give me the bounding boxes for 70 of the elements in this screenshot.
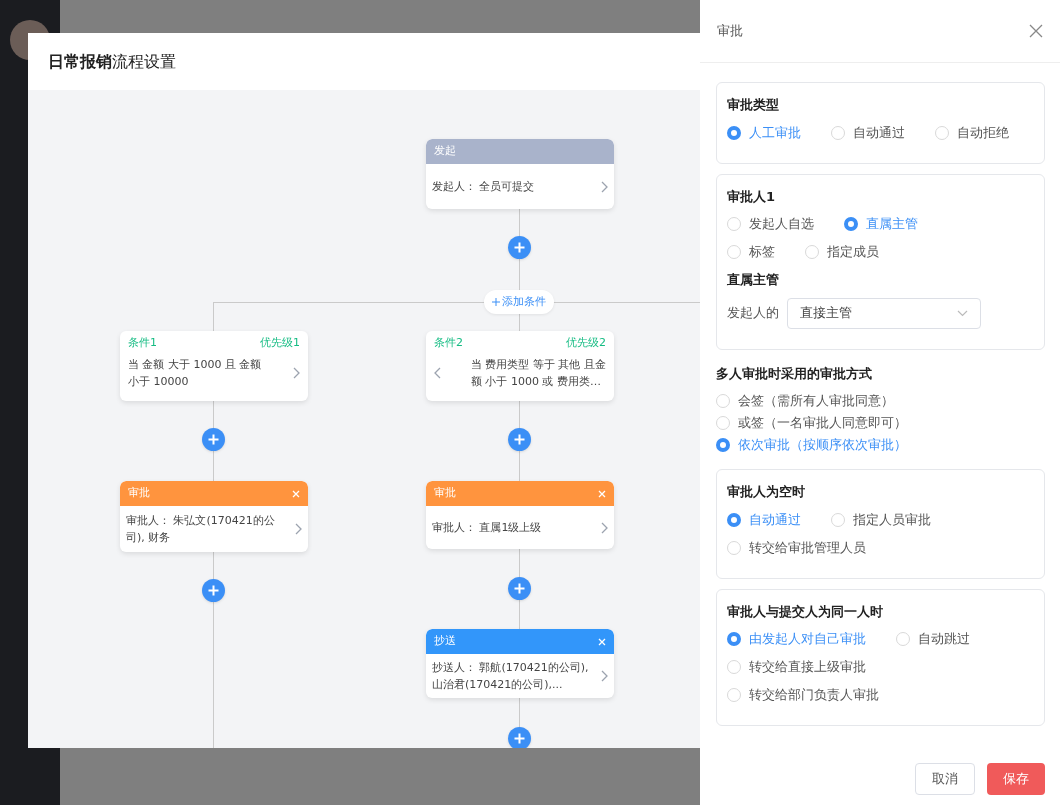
close-icon[interactable] — [1029, 24, 1043, 38]
section-title: 审批人1 — [727, 187, 777, 206]
radio-option[interactable]: 自动拒绝 — [935, 122, 1009, 143]
radio-button[interactable] — [727, 512, 741, 527]
chevron-down-icon — [957, 309, 968, 317]
plus-icon — [514, 583, 525, 594]
plus-icon — [514, 733, 525, 744]
plus-icon — [208, 585, 219, 596]
radio-option[interactable]: 指定成员 — [805, 242, 879, 262]
chevron-right-icon — [294, 523, 302, 535]
node-text: 审批人： 朱弘文(170421的公司), 财务 — [126, 513, 276, 546]
radio-button[interactable] — [844, 217, 858, 231]
flow-node-card[interactable]: 审批 审批人： 直属1级上级 — [426, 481, 614, 549]
add-node-button[interactable] — [202, 579, 225, 602]
radio-option[interactable]: 标签 — [727, 242, 775, 262]
radio-option[interactable]: 转交给审批管理人员 — [727, 537, 866, 558]
chevron-right-icon — [600, 670, 608, 682]
radio-option[interactable]: 转交给直接上级审批 — [727, 657, 866, 677]
radio-button[interactable] — [716, 438, 730, 452]
select-field[interactable]: 直接主管 — [787, 297, 981, 329]
add-node-button[interactable] — [202, 428, 225, 451]
priority-label: 优先级1 — [260, 335, 300, 351]
add-node-button[interactable] — [508, 236, 531, 259]
modal-title: 日常报销流程设置 — [48, 50, 176, 73]
section-title: 审批人与提交人为同一人时 — [727, 602, 884, 621]
radio-button[interactable] — [727, 632, 741, 646]
node-text: 发起人： 全员可提交 — [432, 179, 536, 195]
drawer-title: 审批 — [717, 22, 743, 41]
add-node-button[interactable] — [508, 428, 531, 451]
chevron-right-icon — [600, 180, 608, 193]
add-node-button[interactable] — [508, 727, 531, 748]
radio-option[interactable]: 发起人自选 — [727, 214, 814, 234]
flow-node-card[interactable]: 抄送 抄送人： 郭航(170421的公司), 山治君(170421的公司),... — [426, 629, 614, 698]
chevron-right-icon — [600, 521, 608, 534]
plus-icon — [514, 434, 525, 445]
node-title: 审批 — [128, 485, 150, 502]
flow-node-card[interactable]: 发起 发起人： 全员可提交 — [426, 139, 614, 209]
add-node-button[interactable] — [508, 577, 531, 600]
radio-option[interactable]: 指定人员审批 — [831, 509, 931, 530]
section-subtitle: 直属主管 — [727, 271, 780, 289]
radio-option[interactable]: 转交给部门负责人审批 — [727, 685, 879, 705]
section-title: 审批人为空时 — [727, 483, 806, 501]
node-text: 抄送人： 郭航(170421的公司), 山治君(170421的公司),... — [432, 660, 590, 693]
node-title: 审批 — [434, 485, 456, 502]
plus-icon — [492, 298, 500, 306]
radio-option[interactable]: 自动通过 — [831, 122, 905, 143]
condition-text: 当 金额 大于 1000 且 金额小于 10000 — [128, 356, 263, 390]
node-title: 抄送 — [434, 633, 456, 650]
section-title: 多人审批时采用的审批方式 — [716, 364, 873, 383]
cancel-button[interactable]: 取消 — [915, 763, 975, 795]
chevron-right-icon — [292, 366, 300, 379]
radio-option[interactable]: 自动跳过 — [896, 629, 970, 649]
condition-card[interactable]: 条件1 优先级1 当 金额 大于 1000 且 金额小于 10000 — [120, 331, 308, 401]
radio-option[interactable]: 或签（一名审批人同意即可） — [716, 413, 907, 433]
condition-title: 条件2 — [434, 335, 463, 351]
flow-node-card[interactable]: 审批 审批人： 朱弘文(170421的公司), 财务 — [120, 481, 308, 552]
select-label: 发起人的 — [727, 304, 779, 323]
radio-button[interactable] — [727, 125, 741, 140]
plus-icon — [208, 434, 219, 445]
condition-text: 当 费用类型 等于 其他 且金额 小于 1000 或 费用类… — [471, 356, 606, 390]
node-title: 发起 — [434, 143, 456, 160]
add-condition-button[interactable]: 添加条件 — [484, 290, 554, 314]
chevron-left-icon — [434, 366, 442, 379]
condition-title: 条件1 — [128, 335, 157, 351]
condition-card[interactable]: 条件2 优先级2 当 费用类型 等于 其他 且金额 小于 1000 或 费用类… — [426, 331, 614, 401]
priority-label: 优先级2 — [566, 335, 606, 351]
section-title: 审批类型 — [727, 96, 780, 114]
plus-icon — [514, 242, 525, 253]
radio-option[interactable]: 会签（需所有人审批同意） — [716, 391, 894, 411]
node-text: 审批人： 直属1级上级 — [432, 520, 543, 536]
